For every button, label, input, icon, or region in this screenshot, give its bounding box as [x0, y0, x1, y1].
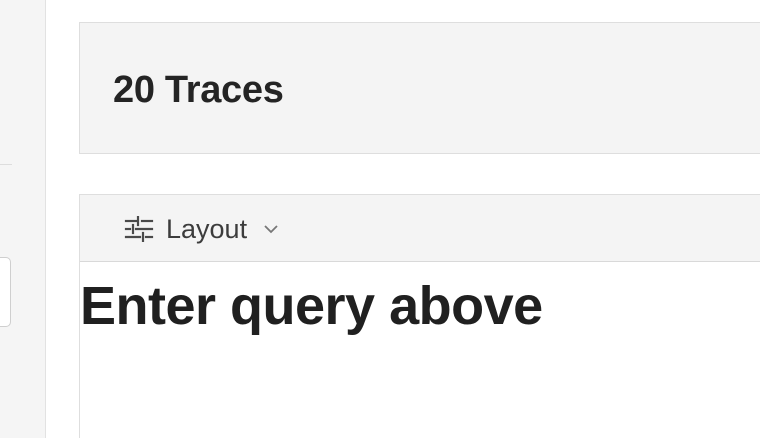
chevron-down-icon: [264, 225, 278, 234]
trace-count-title: 20 Traces: [113, 69, 284, 111]
search-sidebar: [0, 0, 46, 438]
layout-dropdown-button[interactable]: Layout: [124, 213, 279, 245]
sidebar-divider: [0, 164, 12, 165]
sidebar-input-field[interactable]: [0, 257, 11, 327]
trace-results-header: 20 Traces: [79, 22, 760, 154]
layout-button-label: Layout: [166, 213, 248, 244]
sliders-icon: [124, 216, 154, 242]
results-panel: Layout Enter query above: [79, 194, 760, 438]
results-toolbar: Layout: [80, 195, 760, 262]
empty-results-message: Enter query above: [80, 276, 543, 336]
trace-search-page: 20 Traces Layout Enter query above: [0, 0, 760, 438]
